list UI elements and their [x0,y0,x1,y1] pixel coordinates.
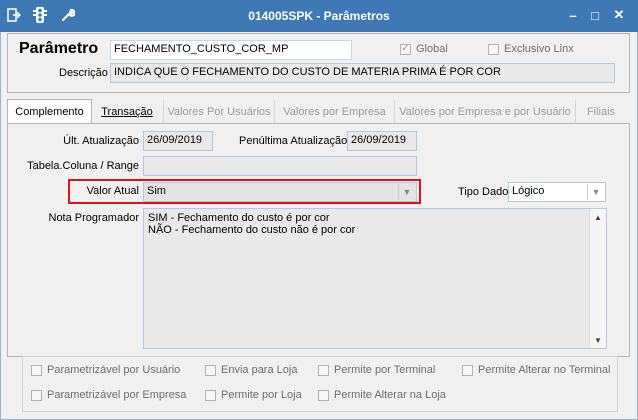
chevron-down-icon[interactable]: ▼ [587,184,604,200]
tipo-dado-value: Lógico [512,185,545,197]
checkbox-icon [462,364,473,376]
penultima-atualizacao-field[interactable]: 26/09/2019 [347,131,417,151]
tab-valores-por-usuarios[interactable]: Valores Por Usuários [164,100,275,123]
nota-line: SIM - Fechamento do custo é por cor [148,212,330,224]
valor-atual-value: Sim [147,185,166,197]
option-parametrizavel-usuario[interactable]: Parametrizável por Usuário [31,364,180,376]
checkbox-icon [205,389,216,401]
exclusivo-linx-checkbox[interactable]: Exclusivo Linx [488,43,574,55]
tab-valores-por-empresa[interactable]: Valores por Empresa [275,100,395,123]
exclusivo-check-box [488,43,499,55]
tab-filiais[interactable]: Filiais [576,100,626,123]
tabela-coluna-field[interactable] [143,156,417,176]
nota-programador-textarea[interactable]: SIM - Fechamento do custo é por cor NÃO … [143,208,607,349]
penultima-atualizacao-label: Penúltima Atualização [239,135,348,147]
exclusivo-linx-label: Exclusivo Linx [504,43,574,55]
checkbox-icon [31,364,42,376]
option-label: Parametrizável por Empresa [47,389,187,401]
valor-atual-select[interactable]: Sim ▼ [143,182,417,202]
option-permite-por-terminal[interactable]: Permite por Terminal [318,364,435,376]
global-check-icon: ✓ [400,43,411,55]
tab-valores-empresa-usuario[interactable]: Valores por Empresa e por Usuário [395,100,576,123]
tipo-dado-select[interactable]: Lógico ▼ [508,182,606,202]
tab-strip: Complemento Transação Valores Por Usuári… [7,99,628,124]
ult-atualizacao-field[interactable]: 26/09/2019 [143,131,213,151]
descricao-label: Descrição [59,67,108,79]
descricao-field[interactable]: INDICA QUE O FECHAMENTO DO CUSTO DE MATE… [110,63,615,83]
option-label: Permite por Loja [221,389,302,401]
global-checkbox[interactable]: ✓ Global [400,43,448,55]
minimize-button[interactable]: – [564,6,582,24]
parameter-header-group: Parâmetro FECHAMENTO_CUSTO_COR_MP ✓ Glob… [7,33,630,93]
nota-line: NÃO - Fechamento do custo não é por cor [148,224,356,236]
parametro-label: Parâmetro [19,40,99,57]
checkbox-icon [205,364,216,376]
option-envia-para-loja[interactable]: Envia para Loja [205,364,297,376]
option-permite-por-loja[interactable]: Permite por Loja [205,389,302,401]
option-label: Envia para Loja [221,364,298,376]
nota-programador-label: Nota Programador [48,212,140,224]
scroll-up-icon[interactable]: ▲ [590,210,606,224]
option-permite-alterar-loja[interactable]: Permite Alterar na Loja [318,389,446,401]
option-label: Permite por Terminal [334,364,436,376]
maximize-button[interactable]: □ [586,6,604,24]
tipo-dado-label: Tipo Dado [458,186,509,198]
option-label: Permite Alterar no Terminal [478,364,611,376]
tab-transacao[interactable]: Transação [91,100,164,123]
option-label: Parametrizável por Usuário [47,364,181,376]
valor-atual-label: Valor Atual [86,185,139,197]
option-parametrizavel-empresa[interactable]: Parametrizável por Empresa [31,389,186,401]
option-label: Permite Alterar na Loja [334,389,446,401]
tabela-coluna-label: Tabela.Coluna / Range [27,160,139,172]
vertical-scrollbar[interactable]: ▲ ▼ [589,209,606,348]
checkbox-icon [31,389,42,401]
option-permite-alterar-terminal[interactable]: Permite Alterar no Terminal [462,364,610,376]
title-bar: 014005SPK - Parâmetros – □ ✕ [0,0,638,32]
global-label: Global [416,43,448,55]
window-title: 014005SPK - Parâmetros [248,9,390,23]
checkbox-icon [318,389,329,401]
ult-atualizacao-label: Últ. Atualização [63,135,139,147]
close-button[interactable]: ✕ [610,6,628,24]
parametro-field[interactable]: FECHAMENTO_CUSTO_COR_MP [110,40,352,60]
checkbox-icon [318,364,329,376]
complemento-panel: Últ. Atualização 26/09/2019 Penúltima At… [7,123,630,357]
chevron-down-icon[interactable]: ▼ [398,184,415,200]
scroll-down-icon[interactable]: ▼ [590,333,606,347]
tab-complemento[interactable]: Complemento [7,99,92,124]
